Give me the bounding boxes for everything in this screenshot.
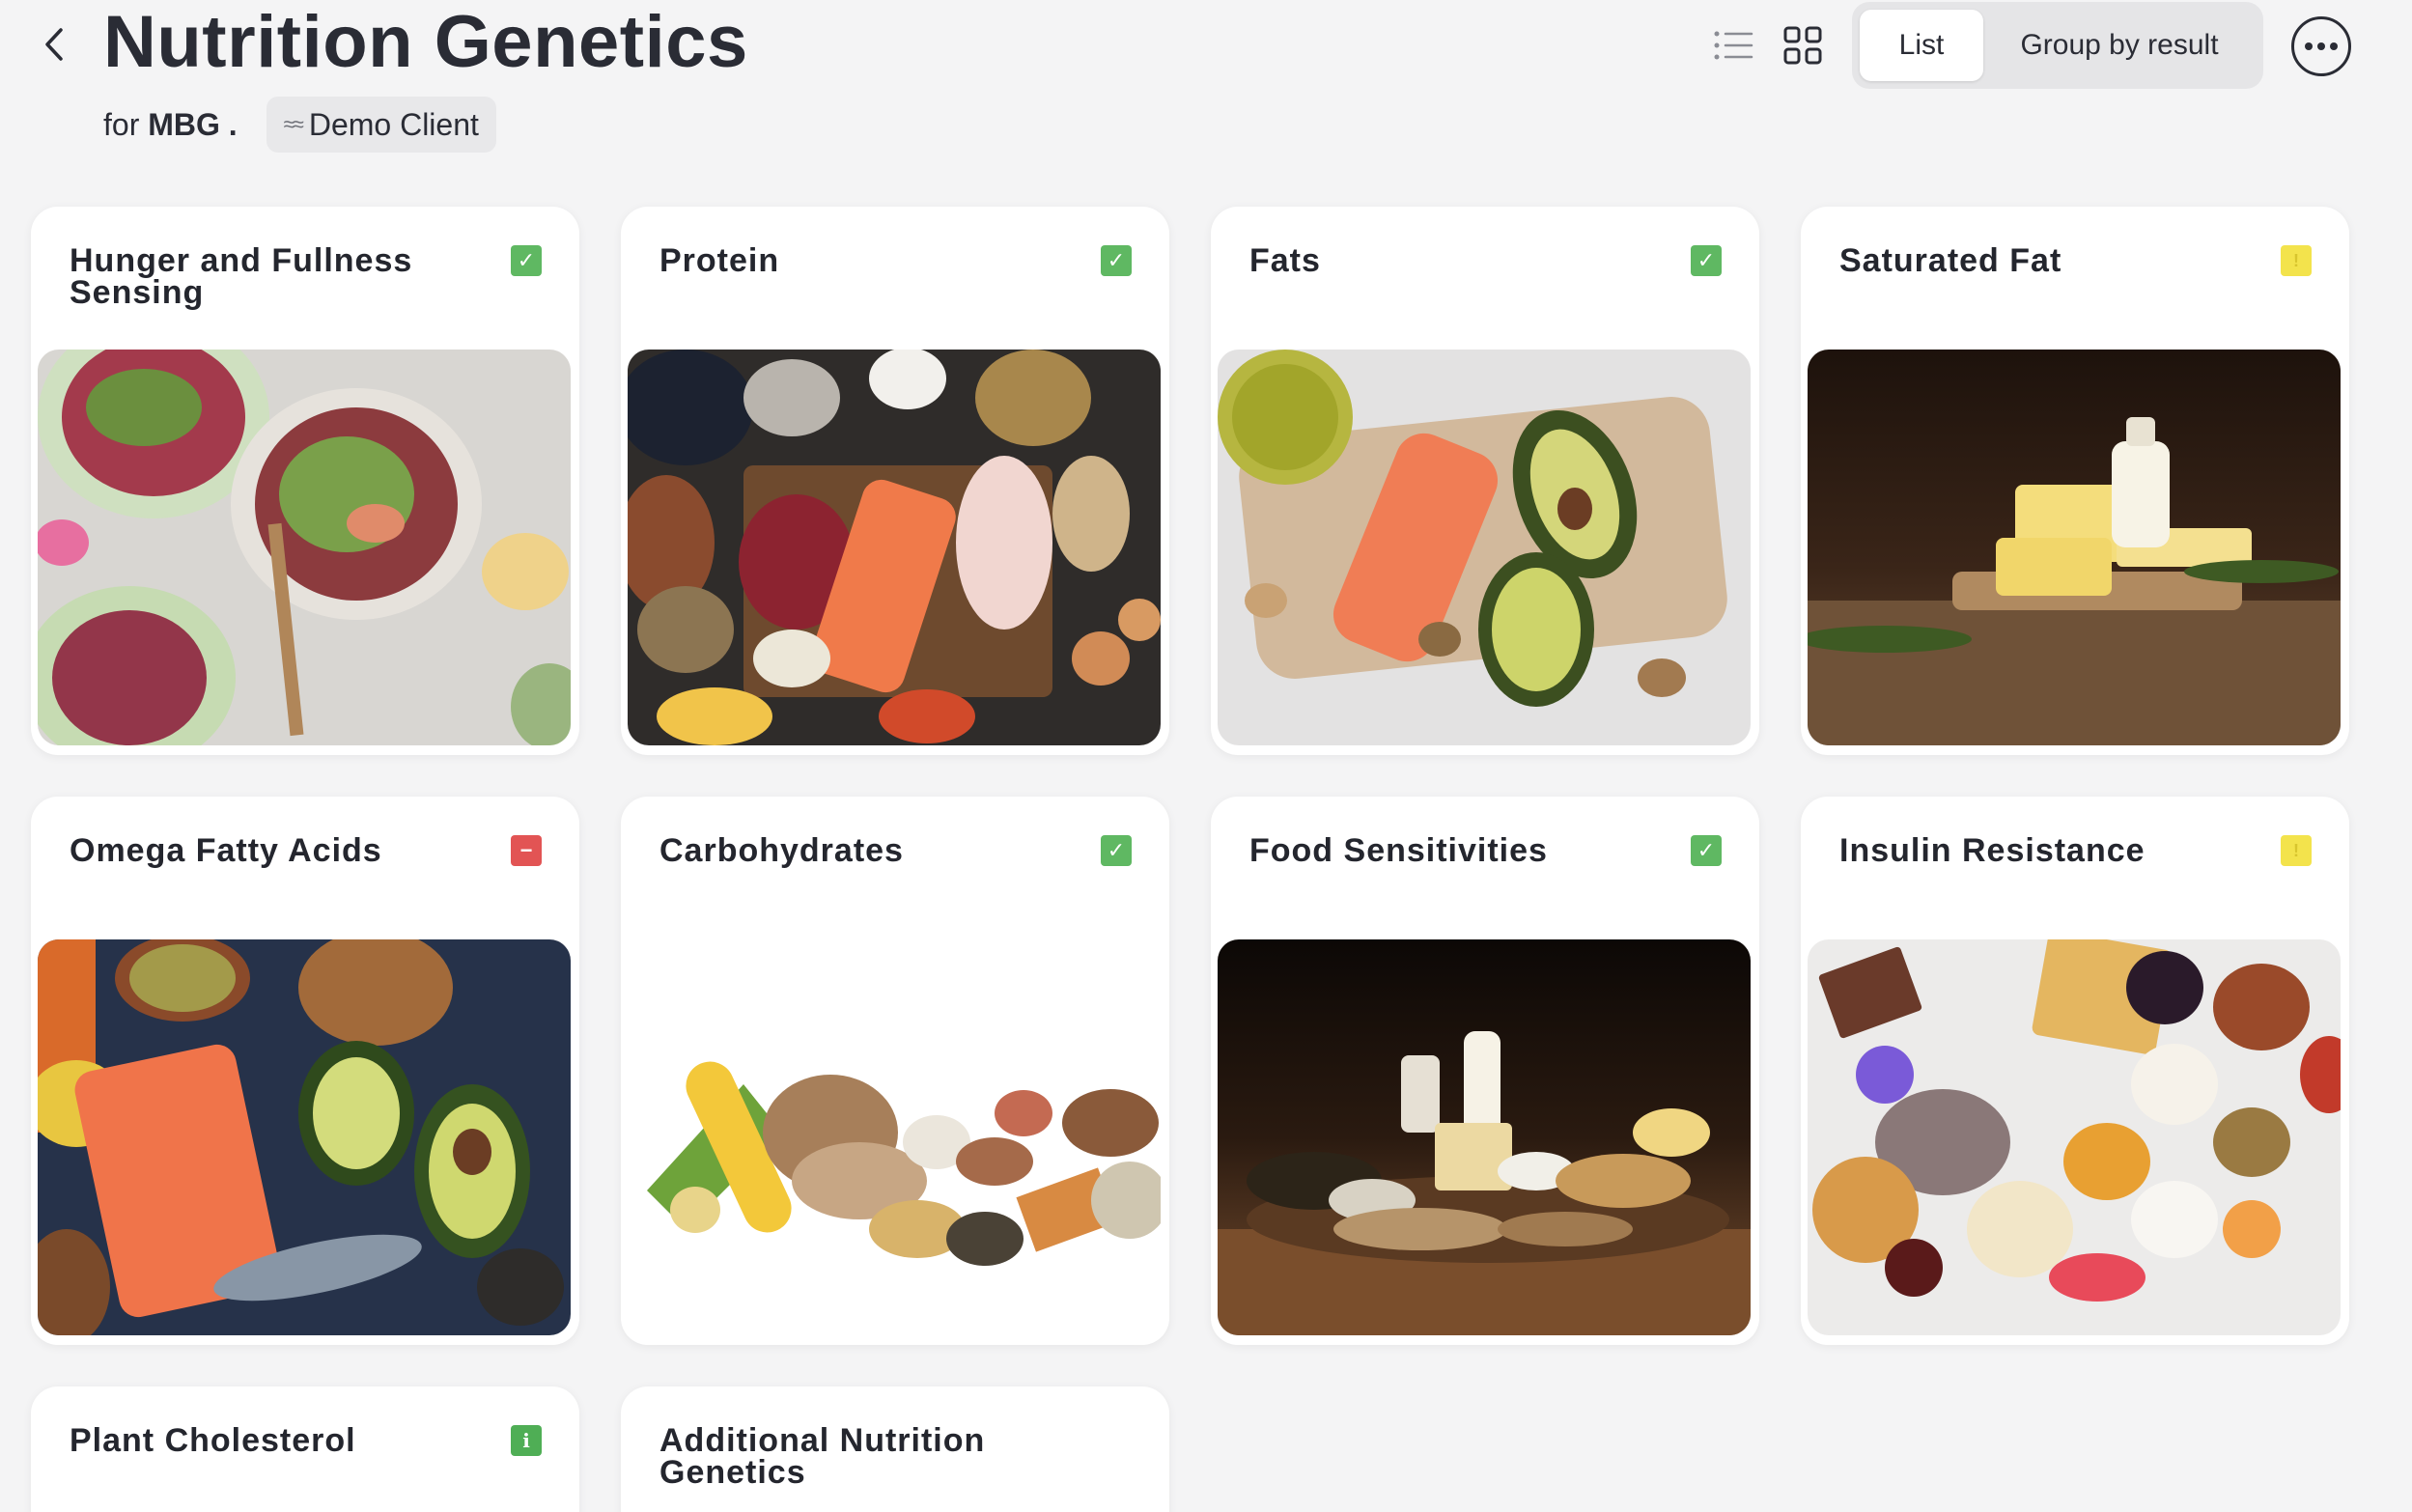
carbohydrates-image: [628, 939, 1161, 1335]
grid-view-icon[interactable]: [1779, 21, 1827, 70]
food-sensitivities-image: [1218, 939, 1751, 1335]
butter-dairy-image: [1808, 350, 2341, 745]
sugary-foods-image: [1808, 939, 2341, 1335]
for-name: MBG .: [148, 106, 238, 142]
card-title: Plant Cholesterol: [70, 1422, 356, 1459]
protein-foods-image: [628, 350, 1161, 745]
card-title: Omega Fatty Acids: [70, 832, 382, 869]
list-toggle-button[interactable]: List: [1860, 10, 1983, 81]
more-options-icon[interactable]: [2291, 16, 2351, 76]
healthy-fats-image: [1218, 350, 1751, 745]
card-title: Additional Nutrition Genetics: [659, 1422, 986, 1491]
card-title: Fats: [1249, 242, 1321, 279]
card-hunger-fullness[interactable]: Hunger and Fullness Sensing ✓: [31, 207, 579, 755]
status-check-icon: ✓: [1101, 835, 1132, 866]
status-warning-icon: !: [2281, 245, 2312, 276]
omega-foods-image: [38, 939, 571, 1335]
status-check-icon: ✓: [1691, 245, 1722, 276]
card-carbohydrates[interactable]: Carbohydrates ✓: [621, 797, 1169, 1345]
client-chip[interactable]: ≈≈ Demo Client: [266, 97, 496, 153]
list-view-icon[interactable]: [1709, 21, 1757, 70]
client-line: for MBG . ≈≈ Demo Client: [103, 97, 496, 153]
status-info-icon: i: [511, 1425, 542, 1456]
group-by-result-button[interactable]: Group by result: [1983, 10, 2256, 81]
status-minus-icon: −: [511, 835, 542, 866]
view-toggle: List Group by result: [1852, 2, 2263, 89]
card-protein[interactable]: Protein ✓: [621, 207, 1169, 755]
nutrition-genetics-page: Nutrition Genetics for MBG . ≈≈ Demo Cli…: [0, 0, 2412, 1512]
salad-image: [38, 350, 571, 745]
card-insulin-resistance[interactable]: Insulin Resistance !: [1801, 797, 2349, 1345]
card-fats[interactable]: Fats ✓: [1211, 207, 1759, 755]
status-check-icon: ✓: [1691, 835, 1722, 866]
card-additional-nutrition-genetics[interactable]: Additional Nutrition Genetics: [621, 1386, 1169, 1512]
card-omega-fatty-acids[interactable]: Omega Fatty Acids −: [31, 797, 579, 1345]
card-title: Saturated Fat: [1839, 242, 2062, 279]
client-chip-label: Demo Client: [308, 106, 479, 142]
back-chevron-icon[interactable]: [29, 19, 79, 70]
card-title: Protein: [659, 242, 780, 279]
card-title: Insulin Resistance: [1839, 832, 2146, 869]
card-title: Hunger and Fullness Sensing: [70, 242, 413, 311]
status-check-icon: ✓: [1101, 245, 1132, 276]
card-plant-cholesterol[interactable]: Plant Cholesterol i: [31, 1386, 579, 1512]
card-food-sensitivities[interactable]: Food Sensitivities ✓: [1211, 797, 1759, 1345]
client-wave-icon: ≈≈: [283, 112, 304, 136]
status-warning-icon: !: [2281, 835, 2312, 866]
page-title: Nutrition Genetics: [103, 1, 748, 83]
card-title: Food Sensitivities: [1249, 832, 1548, 869]
for-label: for MBG .: [103, 106, 238, 142]
status-check-icon: ✓: [511, 245, 542, 276]
card-saturated-fat[interactable]: Saturated Fat !: [1801, 207, 2349, 755]
card-title: Carbohydrates: [659, 832, 904, 869]
